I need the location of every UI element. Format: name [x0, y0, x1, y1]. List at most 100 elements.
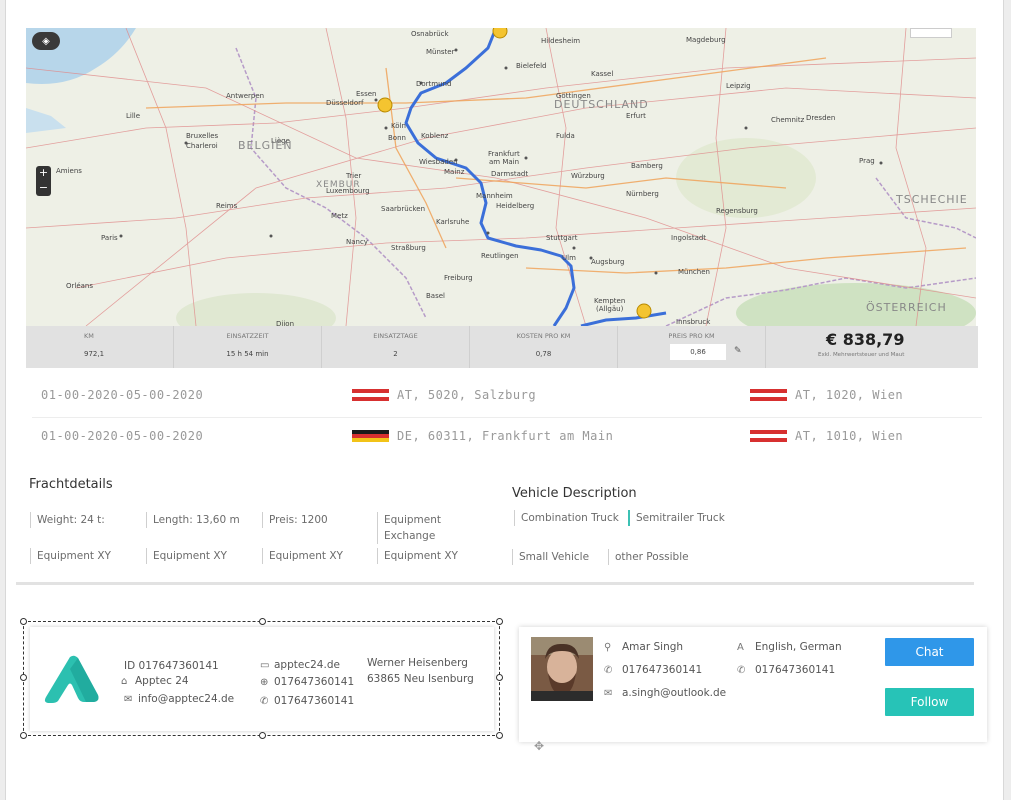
resize-handle[interactable] — [496, 618, 503, 625]
resize-handle[interactable] — [259, 732, 266, 739]
svg-text:Nancy: Nancy — [346, 238, 368, 246]
price-per-km-input[interactable]: 0,86 — [670, 344, 726, 360]
route-map[interactable]: Münster Bielefeld Dortmund Essen Düsseld… — [26, 28, 976, 326]
vehicle-description-title: Vehicle Description — [512, 486, 637, 501]
total-note: Exkl. Mehrwertsteuer und Maut — [818, 352, 905, 358]
stat-label: KM — [84, 332, 94, 340]
svg-text:(Allgäu): (Allgäu) — [596, 305, 624, 313]
route-to: AT, 1010, Wien — [750, 429, 903, 443]
company-address: 63865 Neu Isenburg — [367, 673, 474, 685]
pencil-icon[interactable]: ✎ — [734, 346, 742, 356]
svg-text:Ulm: Ulm — [562, 254, 576, 262]
svg-text:Saarbrücken: Saarbrücken — [381, 205, 425, 213]
svg-text:Mainz: Mainz — [444, 168, 465, 176]
phone-icon: ✆ — [604, 665, 613, 676]
home-icon: ⌂ — [121, 676, 128, 687]
total-amount: € 838,79 — [826, 330, 905, 349]
phone-icon: ✆ — [260, 696, 269, 707]
chat-button[interactable]: Chat — [885, 638, 974, 666]
fracht-chip: Equipment Exchange — [377, 512, 467, 544]
svg-text:Koblenz: Koblenz — [421, 132, 449, 140]
route-stats-bar: KM 972,1 EINSATZZEIT 15 h 54 min EINSATZ… — [26, 326, 978, 368]
svg-text:Wiesbaden: Wiesbaden — [419, 158, 458, 166]
page: Münster Bielefeld Dortmund Essen Düsseld… — [5, 0, 1004, 800]
company-name: ⌂ Apptec 24 — [121, 675, 189, 687]
person-email[interactable]: ✉ a.singh@outlook.de — [604, 687, 726, 699]
svg-text:Düsseldorf: Düsseldorf — [326, 99, 364, 107]
row-divider — [32, 417, 982, 418]
austria-flag-icon — [750, 430, 787, 442]
route-to-text: AT, 1010, Wien — [795, 429, 904, 443]
svg-text:Reims: Reims — [216, 202, 238, 210]
person-name-text: Amar Singh — [622, 641, 684, 653]
company-card[interactable]: ID 017647360141 ⌂ Apptec 24 ✉ info@apptec2… — [20, 618, 503, 739]
person-phone-2[interactable]: ✆ 017647360141 — [737, 664, 835, 676]
resize-handle[interactable] — [259, 618, 266, 625]
svg-text:Amiens: Amiens — [56, 167, 82, 175]
company-email-text: info@apptec24.de — [138, 693, 235, 705]
section-divider — [16, 582, 974, 585]
company-id: ID 017647360141 — [124, 660, 219, 672]
vehicle-chip: other Possible — [608, 549, 689, 565]
svg-text:Bielefeld: Bielefeld — [516, 62, 546, 70]
follow-button[interactable]: Follow — [885, 688, 974, 716]
svg-text:Nürnberg: Nürnberg — [626, 190, 659, 198]
svg-text:München: München — [678, 268, 710, 276]
svg-text:Frankfurt: Frankfurt — [488, 150, 520, 158]
resize-handle[interactable] — [496, 732, 503, 739]
svg-text:Erfurt: Erfurt — [626, 112, 646, 120]
route-to: AT, 1020, Wien — [750, 388, 903, 402]
route-row[interactable]: 01-00-2020-05-00-2020 DE, 60311, Frankfu… — [32, 419, 982, 459]
company-email[interactable]: ✉ info@apptec24.de — [124, 693, 234, 705]
svg-text:Kassel: Kassel — [591, 70, 613, 78]
total-price: € 838,79 Exkl. Mehrwertsteuer und Maut — [766, 326, 978, 368]
resize-handle[interactable] — [20, 732, 27, 739]
austria-flag-icon — [352, 389, 389, 401]
person-email-text: a.singh@outlook.de — [622, 687, 727, 699]
fracht-chip: Equipment XY — [377, 548, 458, 564]
map-label-belgien: BELGIEN — [238, 139, 293, 152]
svg-text:Essen: Essen — [356, 90, 376, 98]
svg-text:Metz: Metz — [331, 212, 348, 220]
company-website[interactable]: ▭ apptec24.de — [260, 659, 340, 671]
apptec-logo — [44, 655, 99, 703]
person-phone[interactable]: ✆ 017647360141 — [604, 664, 702, 676]
layers-button[interactable]: ◈ — [32, 32, 60, 50]
zoom-out-button[interactable]: − — [36, 181, 51, 196]
company-contact: Werner Heisenberg — [367, 657, 468, 669]
stat-value: 0,78 — [535, 350, 552, 358]
route-row[interactable]: 01-00-2020-05-00-2020 AT, 5020, Salzburg… — [32, 378, 982, 418]
svg-text:Charleroi: Charleroi — [186, 142, 218, 150]
svg-text:Orléans: Orléans — [66, 282, 93, 290]
svg-text:Karlsruhe: Karlsruhe — [436, 218, 469, 226]
svg-text:Kempten: Kempten — [594, 297, 625, 305]
vehicle-chip: Combination Truck — [514, 510, 619, 526]
austria-flag-icon — [750, 389, 787, 401]
stat-kosten-pro-km: KOSTEN PRO KM 0,78 — [470, 326, 618, 368]
user-icon: ⚲ — [604, 642, 612, 653]
contact-person-card: ⚲ Amar Singh ✆ 017647360141 ✉ a.singh@outlo… — [519, 627, 987, 742]
route-from-text: AT, 5020, Salzburg — [397, 388, 537, 402]
map-corner-button[interactable] — [910, 28, 952, 38]
stat-label: PREIS PRO KM — [668, 332, 715, 340]
svg-text:Prag: Prag — [859, 157, 875, 165]
svg-text:Leipzig: Leipzig — [726, 82, 751, 90]
resize-handle[interactable] — [496, 674, 503, 681]
zoom-in-button[interactable]: + — [36, 166, 51, 181]
person-phone-text: 017647360141 — [622, 664, 703, 676]
svg-text:Trier: Trier — [345, 172, 361, 180]
move-handle-icon[interactable]: ✥ — [534, 740, 546, 752]
resize-handle[interactable] — [20, 618, 27, 625]
company-phone[interactable]: ⊕ 017647360141 — [260, 676, 354, 688]
svg-text:Darmstadt: Darmstadt — [491, 170, 528, 178]
svg-text:Chemnitz: Chemnitz — [771, 116, 805, 124]
fracht-chip: Length: 13,60 m — [146, 512, 240, 528]
person-phone2-text: 017647360141 — [755, 664, 836, 676]
resize-handle[interactable] — [20, 674, 27, 681]
company-phone-2[interactable]: ✆ 017647360141 — [260, 695, 354, 707]
svg-text:Freiburg: Freiburg — [444, 274, 473, 282]
svg-text:Stuttgart: Stuttgart — [546, 234, 578, 242]
zoom-control[interactable]: + − — [36, 166, 51, 196]
company-phone2-text: 017647360141 — [274, 695, 355, 707]
language-icon: A — [737, 642, 744, 653]
